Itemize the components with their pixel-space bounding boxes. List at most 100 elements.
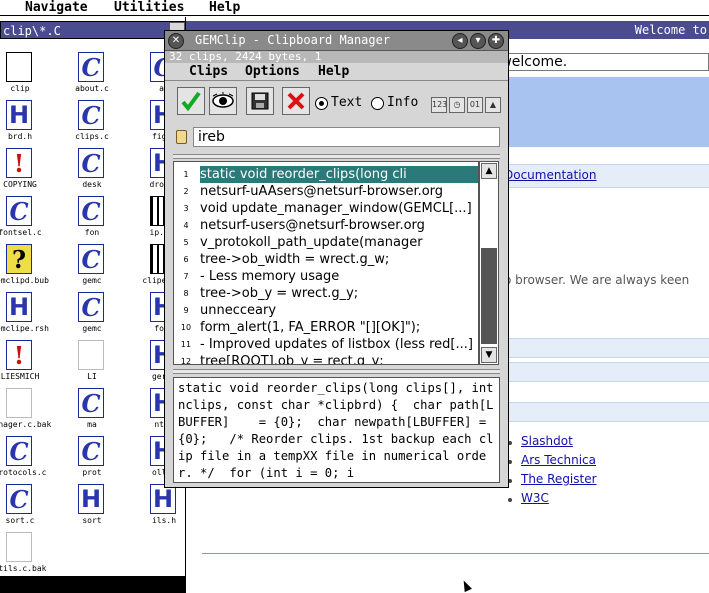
file-icon[interactable]: LI bbox=[62, 340, 122, 388]
clip-number: 3 bbox=[183, 204, 189, 213]
link-ars-technica[interactable]: Ars Technica bbox=[521, 453, 596, 467]
clip-list-item[interactable]: 8 tree->ob_y = wrect.g_y; bbox=[174, 285, 478, 302]
c-file-icon: C bbox=[78, 292, 104, 322]
clip-list-item[interactable]: 9 unnecceary bbox=[174, 302, 478, 319]
menu-help[interactable]: Help bbox=[209, 0, 240, 15]
clip-list-item[interactable]: 12 tree[ROOT].ob_y = rect.g_y; bbox=[174, 353, 478, 365]
file-icon-label: brd.h bbox=[7, 132, 33, 141]
file-icon[interactable]: Csort.c bbox=[0, 484, 50, 532]
red-x-icon bbox=[287, 92, 305, 110]
preview-splitter[interactable] bbox=[173, 369, 500, 374]
file-icon[interactable]: Cfontsel.c bbox=[0, 196, 50, 244]
c-file-icon: C bbox=[6, 196, 32, 226]
menu-clips[interactable]: Clips bbox=[189, 64, 228, 79]
view-button[interactable] bbox=[209, 87, 237, 115]
file-icon-label: gemc bbox=[82, 276, 102, 285]
link-slashdot[interactable]: Slashdot bbox=[521, 434, 573, 448]
file-icon[interactable]: Cgemc bbox=[62, 244, 122, 292]
file-icon-label: LIESMICH bbox=[0, 372, 40, 381]
file-icon[interactable]: Hgemclipe.rsh bbox=[0, 292, 50, 340]
clip-list[interactable]: 1 static void reorder_clips(long cli 2 nets… bbox=[173, 161, 479, 365]
c-file-icon: C bbox=[6, 436, 32, 466]
file-icon-label: COPYING bbox=[3, 180, 37, 189]
clip-number: 1 bbox=[183, 170, 189, 179]
sort-numeric-icon[interactable]: 123 bbox=[431, 97, 447, 113]
clip-list-item[interactable]: 6 tree->ob_width = wrect.g_w; bbox=[174, 251, 478, 268]
confirm-button[interactable] bbox=[177, 87, 205, 115]
link-w3c[interactable]: W3C bbox=[521, 491, 549, 505]
file-icon-label: protocols.c bbox=[0, 468, 47, 477]
gemclip-menu-bar: Clips Options Help bbox=[165, 63, 508, 81]
file-icon[interactable]: Hsort bbox=[62, 484, 122, 532]
close-icon[interactable]: ✕ bbox=[168, 33, 184, 49]
file-icon[interactable]: clip bbox=[0, 52, 50, 100]
blank-file-icon bbox=[6, 532, 32, 562]
clip-list-item[interactable]: 10 form_alert(1, FA_ERROR "[][OK]"); bbox=[174, 319, 478, 336]
radio-info[interactable] bbox=[371, 97, 384, 110]
documentation-link[interactable]: Documentation bbox=[504, 168, 597, 182]
search-input[interactable]: ireb bbox=[193, 127, 500, 147]
scroll-up-icon[interactable]: ▲ bbox=[481, 163, 497, 179]
iconify-icon[interactable]: ◂ bbox=[452, 33, 468, 49]
clip-text: tree->ob_y = wrect.g_y; bbox=[200, 286, 359, 301]
clip-list-item[interactable]: 2 netsurf-uAAsers@netsurf-browser.org bbox=[174, 183, 478, 200]
file-icon[interactable]: Cdesk bbox=[62, 148, 122, 196]
list-splitter[interactable] bbox=[173, 154, 500, 159]
file-icon[interactable]: Cma bbox=[62, 388, 122, 436]
file-window-scrollbar[interactable] bbox=[0, 576, 185, 593]
radio-text[interactable] bbox=[315, 97, 328, 110]
file-icon[interactable]: Cgemc bbox=[62, 292, 122, 340]
clip-list-item[interactable]: 3 void update_manager_window(GEMCL[...] bbox=[174, 200, 478, 217]
c-file-icon: C bbox=[6, 484, 32, 514]
c-file-icon: C bbox=[78, 100, 104, 130]
file-icon-label: manager.c.bak bbox=[0, 420, 52, 429]
file-icon[interactable]: Cclips.c bbox=[62, 100, 122, 148]
clip-number: 10 bbox=[180, 323, 192, 332]
file-icon[interactable]: Cabout.c bbox=[62, 52, 122, 100]
file-icon[interactable]: Hils.h bbox=[134, 484, 185, 532]
file-icon[interactable]: manager.c.bak bbox=[0, 388, 51, 436]
clip-list-scrollbar[interactable]: ▲ ▼ bbox=[479, 161, 499, 365]
clip-text: static void reorder_clips(long cli bbox=[200, 166, 478, 183]
gemclip-title-bar[interactable]: ✕ GEMClip - Clipboard Manager ◂ ▾ ✚ bbox=[165, 31, 508, 51]
file-icon[interactable]: Cfon bbox=[62, 196, 122, 244]
link-the-register[interactable]: The Register bbox=[521, 472, 597, 486]
file-icon[interactable]: ! LIESMICH bbox=[0, 340, 50, 388]
sort-time-icon[interactable]: ◷ bbox=[449, 97, 465, 113]
clip-number: 12 bbox=[180, 357, 192, 365]
clip-list-item[interactable]: 11 - Improved updates of listbox (less re… bbox=[174, 336, 478, 353]
scroll-thumb[interactable] bbox=[481, 248, 497, 344]
delete-button[interactable] bbox=[282, 87, 310, 115]
scroll-down-icon[interactable]: ▼ bbox=[481, 347, 497, 363]
menu-gem-help[interactable]: Help bbox=[318, 64, 349, 79]
excl-file-icon: ! bbox=[6, 148, 32, 178]
clip-text: netsurf-uAAsers@netsurf-browser.org bbox=[200, 184, 444, 199]
clip-text: form_alert(1, FA_ERROR "[][OK]"); bbox=[200, 320, 421, 335]
file-icon[interactable]: utils.c.bak bbox=[0, 532, 50, 580]
file-window-title-bar[interactable]: clip\*.C bbox=[0, 21, 186, 39]
clip-preview[interactable]: static void reorder_clips(long clips[], … bbox=[173, 377, 500, 483]
clip-list-item[interactable]: 4 netsurf-users@netsurf-browser.org bbox=[174, 217, 478, 234]
file-icon[interactable]: Cprotocols.c bbox=[0, 436, 50, 484]
menu-utilities[interactable]: Utilities bbox=[114, 0, 184, 15]
sort-binary-icon[interactable]: 01 bbox=[467, 97, 483, 113]
shade-icon[interactable]: ▾ bbox=[470, 33, 486, 49]
clip-list-item[interactable]: 1 static void reorder_clips(long cli bbox=[174, 166, 478, 183]
h-file-icon: H bbox=[6, 100, 32, 130]
file-icon[interactable]: Cprot bbox=[62, 436, 122, 484]
clip-number: 5 bbox=[183, 238, 189, 247]
menu-navigate[interactable]: Navigate bbox=[25, 0, 88, 15]
file-icon[interactable]: ! COPYING bbox=[0, 148, 50, 196]
move-up-icon[interactable]: ▲ bbox=[485, 97, 501, 113]
file-icon[interactable]: ? gemclipd.bub bbox=[0, 244, 50, 292]
fullsize-icon[interactable]: ✚ bbox=[488, 33, 504, 49]
radio-text-label: Text bbox=[331, 95, 363, 110]
file-icon[interactable]: Hbrd.h bbox=[0, 100, 50, 148]
save-button[interactable] bbox=[246, 87, 274, 115]
menu-options[interactable]: Options bbox=[245, 64, 300, 79]
file-icon-label: gemclipe.rsh bbox=[0, 324, 49, 333]
clip-list-item[interactable]: 7 - Less memory usage bbox=[174, 268, 478, 285]
q-file-icon: ? bbox=[6, 244, 32, 274]
clip-list-item[interactable]: 5 v_protokoll_path_update(manager bbox=[174, 234, 478, 251]
gemclip-toolbar: Text Info 123 ◷ 01 ▲ bbox=[169, 83, 505, 119]
